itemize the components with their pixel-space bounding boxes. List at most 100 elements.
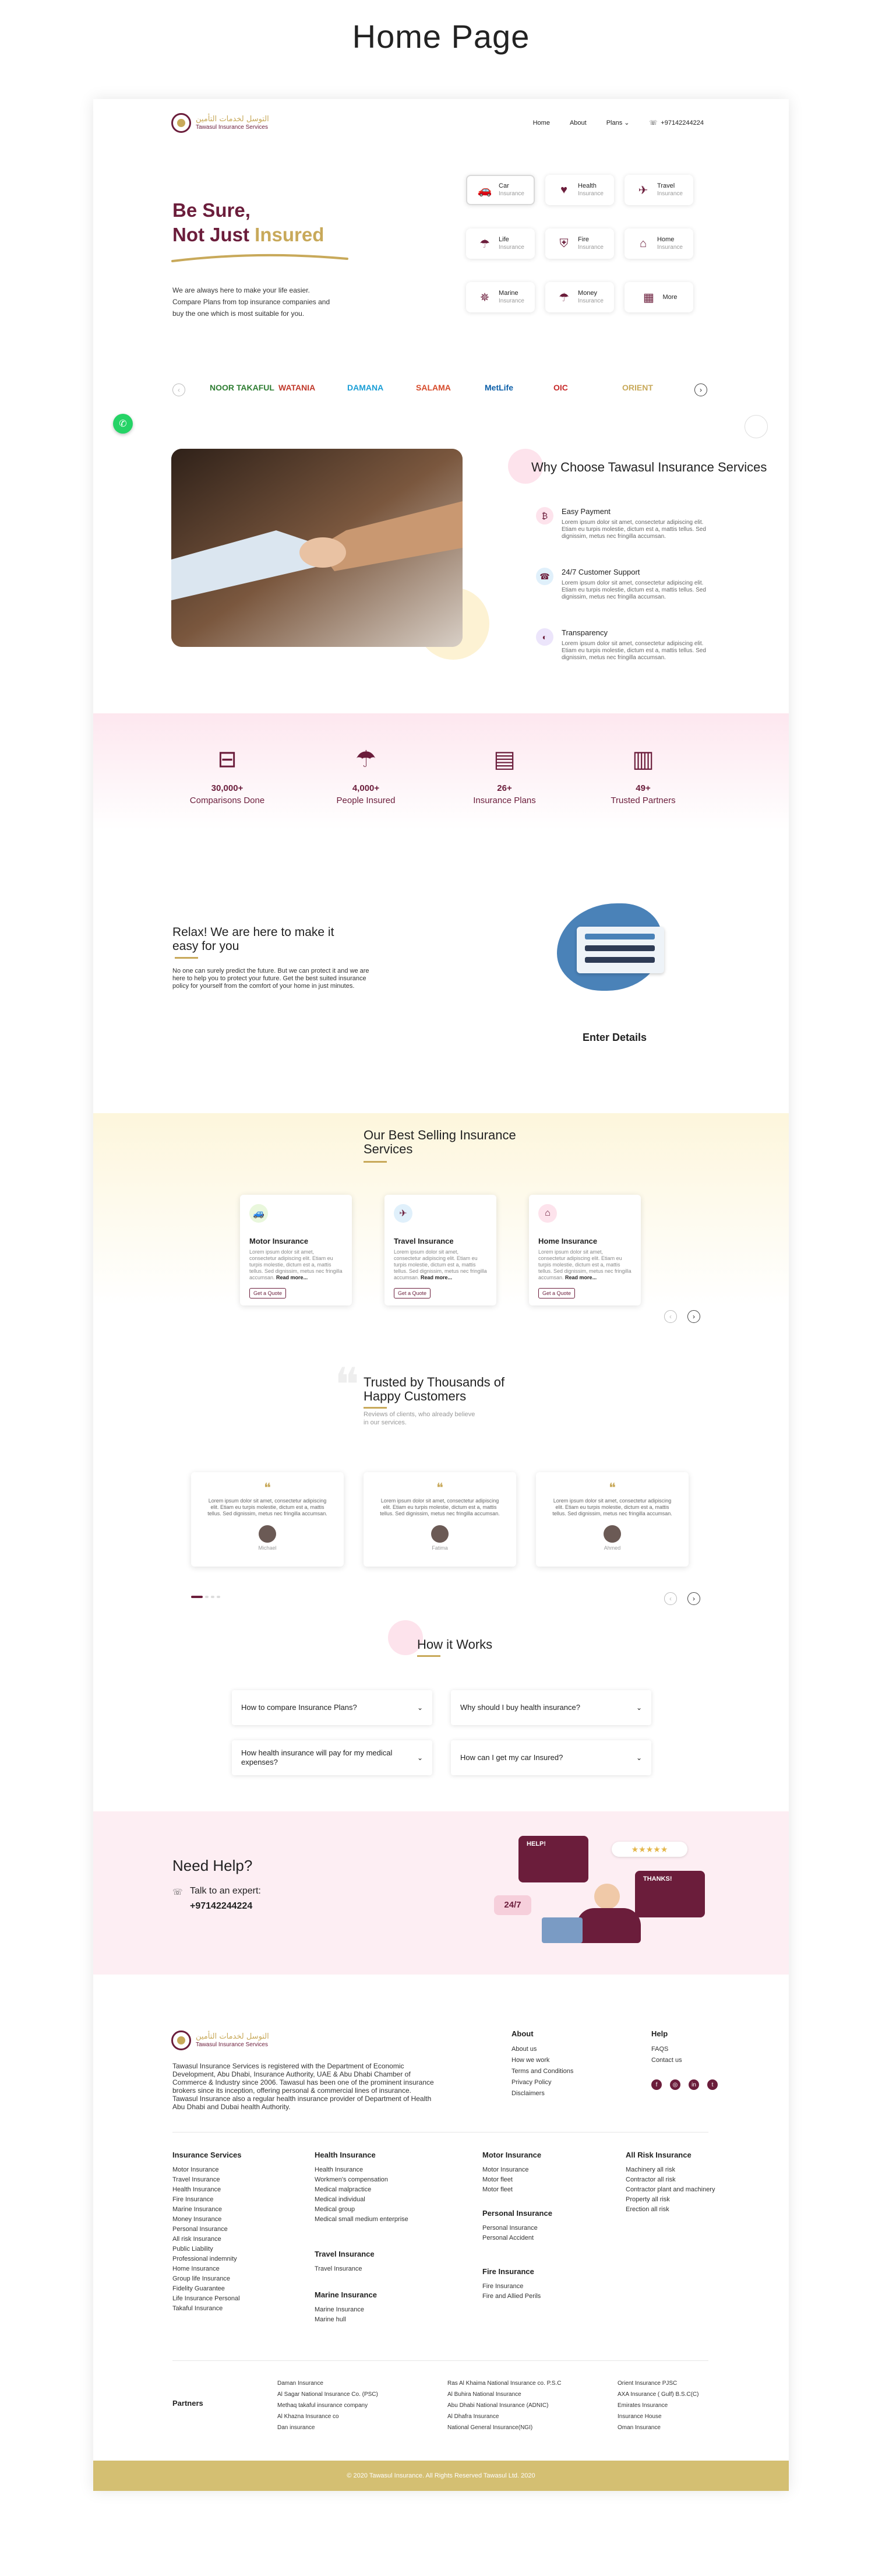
get-quote-button[interactable]: Get a Quote xyxy=(394,1288,431,1298)
partner-link[interactable]: AXA Insurance ( Gulf) B.S.C(C) xyxy=(618,2389,699,2400)
insurance-card-health[interactable]: ♥ Health Insurance xyxy=(545,175,614,205)
footer-link[interactable]: Terms and Conditions xyxy=(511,2066,573,2077)
footer-link[interactable]: Machinery all risk xyxy=(626,2165,715,2175)
product-card[interactable]: 🚙 Motor Insurance Lorem ipsum dolor sit am… xyxy=(240,1195,352,1305)
footer-link[interactable]: Home Insurance xyxy=(172,2264,242,2274)
footer-link[interactable]: Money Insurance xyxy=(172,2215,242,2225)
linkedin-icon[interactable]: in xyxy=(689,2079,699,2090)
footer-link[interactable]: Motor fleet xyxy=(482,2175,541,2185)
partner-logo[interactable]: OIC xyxy=(553,383,568,392)
footer-link[interactable]: Disclaimers xyxy=(511,2088,573,2099)
products-next-button[interactable]: › xyxy=(687,1310,700,1323)
nav-phone[interactable]: ☏ +97142244224 xyxy=(650,119,704,127)
partner-logo[interactable]: MetLife xyxy=(485,383,513,392)
partner-link[interactable]: Al Khazna Insurance co xyxy=(277,2411,378,2422)
footer-link[interactable]: Personal Insurance xyxy=(482,2223,552,2233)
facebook-icon[interactable]: f xyxy=(651,2079,662,2090)
twitter-icon[interactable]: t xyxy=(707,2079,718,2090)
footer-link[interactable]: Contact us xyxy=(651,2055,682,2066)
help-phone-number[interactable]: +97142244224 xyxy=(190,1901,252,1912)
insurance-card-home[interactable]: ⌂ Home Insurance xyxy=(625,228,693,259)
product-card[interactable]: ⌂ Home Insurance Lorem ipsum dolor sit ame… xyxy=(529,1195,641,1305)
partners-next-button[interactable]: › xyxy=(694,383,707,396)
footer-link[interactable]: Workmen's compensation xyxy=(315,2175,408,2185)
partner-link[interactable]: Ras Al Khaima National Insurance co. P.S… xyxy=(447,2378,561,2389)
faq-item[interactable]: How to compare Insurance Plans? ⌄ xyxy=(232,1690,432,1725)
footer-link[interactable]: Contractor all risk xyxy=(626,2175,715,2185)
footer-link[interactable]: Group life Insurance xyxy=(172,2274,242,2284)
footer-link[interactable]: FAQS xyxy=(651,2044,682,2055)
insurance-card-car[interactable]: 🚗 Car Insurance xyxy=(466,175,535,205)
footer-link[interactable]: Medical group xyxy=(315,2205,408,2215)
footer-logo[interactable]: التوسل لخدمات التأمين Tawasul Insurance … xyxy=(171,2030,269,2050)
partner-link[interactable]: Al Dhafra Insurance xyxy=(447,2411,561,2422)
read-more-link[interactable]: Read more... xyxy=(421,1275,452,1280)
instagram-icon[interactable]: ◎ xyxy=(670,2079,680,2090)
insurance-card-more[interactable]: ▦ More xyxy=(625,282,693,312)
footer-link[interactable]: Contractor plant and machinery xyxy=(626,2185,715,2195)
footer-link[interactable]: Fire and Allied Perils xyxy=(482,2292,541,2301)
insurance-card-fire[interactable]: ⛨ Fire Insurance xyxy=(545,228,614,259)
footer-link[interactable]: Motor Insurance xyxy=(172,2165,242,2175)
insurance-card-marine[interactable]: ✵ Marine Insurance xyxy=(466,282,535,312)
partner-link[interactable]: Al Buhira National Insurance xyxy=(447,2389,561,2400)
footer-link[interactable]: Personal Accident xyxy=(482,2233,552,2243)
footer-link[interactable]: Fidelity Guarantee xyxy=(172,2284,242,2294)
footer-link[interactable]: Motor Insurance xyxy=(482,2165,541,2175)
faq-item[interactable]: Why should I buy health insurance? ⌄ xyxy=(451,1690,651,1725)
footer-link[interactable]: Travel Insurance xyxy=(172,2175,242,2185)
read-more-link[interactable]: Read more... xyxy=(565,1275,597,1280)
partner-link[interactable]: Methaq takaful insurance company xyxy=(277,2400,378,2411)
partner-link[interactable]: Orient Insurance PJSC xyxy=(618,2378,699,2389)
partner-link[interactable]: Dan insurance xyxy=(277,2422,378,2433)
insurance-card-travel[interactable]: ✈ Travel Insurance xyxy=(625,175,693,205)
footer-link[interactable]: Personal Insurance xyxy=(172,2225,242,2234)
footer-link[interactable]: Motor fleet xyxy=(482,2185,541,2195)
partner-logo[interactable]: ORIENT xyxy=(622,383,653,392)
footer-link[interactable]: Erection all risk xyxy=(626,2205,715,2215)
footer-link[interactable]: Privacy Policy xyxy=(511,2077,573,2088)
header-logo[interactable]: التوسل لخدمات التأمين Tawasul Insurance … xyxy=(171,113,269,133)
partner-link[interactable]: National General Insurance(NGI) xyxy=(447,2422,561,2433)
insurance-card-money[interactable]: ☂ Money Insurance xyxy=(545,282,614,312)
footer-link[interactable]: Medical malpractice xyxy=(315,2185,408,2195)
partner-logo[interactable]: DAMANA xyxy=(347,383,383,392)
partner-logo[interactable]: NOOR TAKAFUL xyxy=(210,383,274,392)
footer-link[interactable]: Medical small medium enterprise xyxy=(315,2215,408,2225)
partners-prev-button[interactable]: ‹ xyxy=(172,383,185,396)
nav-plans[interactable]: Plans ⌄ xyxy=(606,119,630,126)
footer-link[interactable]: Fire Insurance xyxy=(482,2282,541,2292)
partner-link[interactable]: Al Sagar National Insurance Co. (PSC) xyxy=(277,2389,378,2400)
footer-link[interactable]: All risk Insurance xyxy=(172,2234,242,2244)
products-prev-button[interactable]: ‹ xyxy=(664,1310,677,1323)
partner-link[interactable]: Abu Dhabi National Insurance (ADNIC) xyxy=(447,2400,561,2411)
footer-link[interactable]: Health Insurance xyxy=(172,2185,242,2195)
partner-logo[interactable]: SALAMA xyxy=(416,383,451,392)
faq-item[interactable]: How can I get my car Insured? ⌄ xyxy=(451,1740,651,1775)
footer-link[interactable]: Medical individual xyxy=(315,2195,408,2205)
footer-link[interactable]: Travel Insurance xyxy=(315,2264,375,2274)
footer-link[interactable]: How we work xyxy=(511,2055,573,2066)
reviews-next-button[interactable]: › xyxy=(687,1592,700,1605)
footer-link[interactable]: Marine Insurance xyxy=(172,2205,242,2215)
footer-link[interactable]: Marine hull xyxy=(315,2315,377,2325)
footer-link[interactable]: About us xyxy=(511,2044,573,2055)
partner-logo[interactable]: WATANIA xyxy=(278,383,315,392)
footer-link[interactable]: Marine Insurance xyxy=(315,2305,377,2315)
partner-link[interactable]: Oman Insurance xyxy=(618,2422,699,2433)
faq-item[interactable]: How health insurance will pay for my med… xyxy=(232,1740,432,1775)
footer-link[interactable]: Public Liability xyxy=(172,2244,242,2254)
footer-link[interactable]: Takaful Insurance xyxy=(172,2304,242,2314)
partner-link[interactable]: Insurance House xyxy=(618,2411,699,2422)
nav-about[interactable]: About xyxy=(570,119,587,126)
reviews-prev-button[interactable]: ‹ xyxy=(664,1592,677,1605)
whatsapp-icon[interactable]: ✆ xyxy=(113,414,133,434)
product-card[interactable]: ✈ Travel Insurance Lorem ipsum dolor sit a… xyxy=(384,1195,496,1305)
read-more-link[interactable]: Read more... xyxy=(276,1275,308,1280)
insurance-card-life[interactable]: ☂ Life Insurance xyxy=(466,228,535,259)
footer-link[interactable]: Life Insurance Personal xyxy=(172,2294,242,2304)
footer-link[interactable]: Health Insurance xyxy=(315,2165,408,2175)
partner-link[interactable]: Emirates Insurance xyxy=(618,2400,699,2411)
get-quote-button[interactable]: Get a Quote xyxy=(249,1288,287,1298)
partner-link[interactable]: Daman Insurance xyxy=(277,2378,378,2389)
